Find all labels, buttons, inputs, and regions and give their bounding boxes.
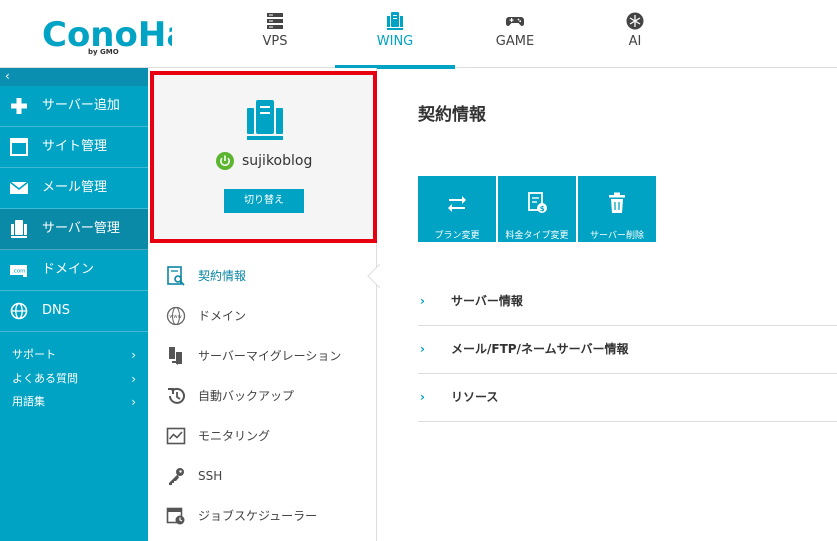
swap-arrows-icon xyxy=(448,196,466,212)
billing-type-change-button[interactable]: $ 料金タイプ変更 xyxy=(498,176,576,242)
sidebar-item-domain[interactable]: .com ドメイン xyxy=(0,250,148,291)
chevron-right-icon: › xyxy=(131,395,136,409)
section-label: メール/FTP/ネームサーバー情報 xyxy=(451,342,629,356)
menu-item-label: SSH xyxy=(198,469,223,483)
menu-item-label: 契約情報 xyxy=(198,269,247,283)
menu-item-label: 自動バックアップ xyxy=(198,389,295,403)
topnav-label: VPS xyxy=(262,34,288,49)
menu-item-label: ジョブスケジューラー xyxy=(198,509,318,523)
svg-text:$: $ xyxy=(540,205,545,213)
chevron-left-icon: ‹ xyxy=(5,69,10,83)
svg-text:www: www xyxy=(169,314,181,320)
menu-item-label: モニタリング xyxy=(198,429,271,443)
action-label: プラン変更 xyxy=(434,231,480,241)
key-icon xyxy=(169,468,184,485)
topnav-vps[interactable]: VPS xyxy=(215,0,335,68)
section-server-info[interactable]: › サーバー情報 xyxy=(418,278,837,326)
chevron-right-icon: › xyxy=(420,294,425,308)
site-window-icon xyxy=(10,138,28,156)
menu-item-monitoring[interactable]: モニタリング xyxy=(166,424,366,448)
power-status-icon xyxy=(216,152,234,170)
topnav-game[interactable]: GAME xyxy=(455,0,575,68)
backup-history-icon xyxy=(168,387,185,404)
sidebar-item-label: サーバー追加 xyxy=(42,98,120,113)
server-name: sujikoblog xyxy=(242,153,313,169)
trash-icon xyxy=(609,192,625,213)
sidebar-link-support[interactable]: サポート › xyxy=(12,347,136,363)
server-illustration-icon xyxy=(247,100,283,140)
top-navigation-bar: ConoHa by GMO VPS WING GAME AI xyxy=(0,0,837,69)
gamepad-icon xyxy=(506,17,524,26)
active-pointer xyxy=(367,264,380,288)
svg-text:by GMO: by GMO xyxy=(88,48,119,56)
menu-item-migration[interactable]: サーバーマイグレーション xyxy=(166,344,366,368)
sidebar-item-server[interactable]: サーバー管理 xyxy=(0,209,148,250)
sidebar-item-dns[interactable]: DNS xyxy=(0,291,148,332)
section-label: サーバー情報 xyxy=(451,294,523,308)
page-title: 契約情報 xyxy=(418,105,486,125)
sidebar-item-mail[interactable]: メール管理 xyxy=(0,168,148,209)
domain-com-icon: .com xyxy=(10,265,27,277)
sidebar-item-label: メール管理 xyxy=(42,180,108,195)
sidebar-item-label: サイト管理 xyxy=(42,139,108,154)
section-resources[interactable]: › リソース xyxy=(418,374,837,422)
switch-server-button[interactable]: 切り替え xyxy=(224,189,304,213)
sidebar-link-label: よくある質問 xyxy=(12,372,78,385)
sidebar-item-label: サーバー管理 xyxy=(42,221,120,236)
mail-icon xyxy=(9,181,29,194)
left-sidebar: ‹ サーバー追加 サイト管理 メール管理 サーバー管理 .com ドメイン DN… xyxy=(0,68,148,541)
contract-search-icon xyxy=(167,266,185,286)
topnav-label: GAME xyxy=(495,34,535,49)
menu-item-contract[interactable]: 契約情報 xyxy=(166,264,366,288)
sidebar-link-label: 用語集 xyxy=(12,395,45,408)
section-label: リソース xyxy=(451,390,499,404)
billing-icon: $ xyxy=(528,192,547,213)
menu-item-backup[interactable]: 自動バックアップ xyxy=(166,384,366,408)
plan-change-button[interactable]: プラン変更 xyxy=(418,176,496,242)
server-card: sujikoblog 切り替え xyxy=(150,71,377,243)
server-icon xyxy=(11,220,27,238)
www-globe-icon: www xyxy=(166,306,186,326)
menu-item-domain[interactable]: www ドメイン xyxy=(166,304,366,328)
plus-icon xyxy=(11,98,27,114)
wing-server-icon xyxy=(387,12,403,30)
menu-item-label: サーバーマイグレーション xyxy=(198,349,342,363)
topnav-wing[interactable]: WING xyxy=(335,0,455,69)
topnav-label: WING xyxy=(376,34,414,49)
globe-icon xyxy=(10,302,28,320)
ai-snowflake-icon xyxy=(626,12,644,30)
delete-server-button[interactable]: サーバー削除 xyxy=(578,176,656,242)
menu-item-label: ドメイン xyxy=(198,309,247,323)
section-mail-ftp-info[interactable]: › メール/FTP/ネームサーバー情報 xyxy=(418,326,837,374)
chevron-right-icon: › xyxy=(420,390,425,404)
sidebar-link-glossary[interactable]: 用語集 › xyxy=(12,394,136,410)
chevron-right-icon: › xyxy=(131,372,136,386)
scheduler-icon xyxy=(166,507,185,525)
chevron-right-icon: › xyxy=(131,348,136,362)
conoha-logo[interactable]: ConoHa by GMO xyxy=(42,12,172,56)
chevron-right-icon: › xyxy=(420,342,425,356)
sidebar-collapse-button[interactable]: ‹ xyxy=(0,68,148,86)
sidebar-link-label: サポート xyxy=(12,348,56,361)
topnav-label: AI xyxy=(628,34,642,49)
menu-item-ssh[interactable]: SSH xyxy=(166,464,366,488)
migration-icon xyxy=(169,347,182,365)
sidebar-item-add-server[interactable]: サーバー追加 xyxy=(0,86,148,127)
sidebar-link-faq[interactable]: よくある質問 › xyxy=(12,371,136,387)
monitoring-chart-icon xyxy=(166,427,186,445)
action-label: 料金タイプ変更 xyxy=(505,231,569,241)
topnav-ai[interactable]: AI xyxy=(575,0,695,68)
sidebar-item-label: ドメイン xyxy=(42,262,95,277)
sidebar-item-label: DNS xyxy=(42,303,70,318)
menu-item-scheduler[interactable]: ジョブスケジューラー xyxy=(166,504,366,528)
action-label: サーバー削除 xyxy=(590,231,644,241)
server-rack-icon xyxy=(267,13,283,29)
sidebar-item-site[interactable]: サイト管理 xyxy=(0,127,148,168)
